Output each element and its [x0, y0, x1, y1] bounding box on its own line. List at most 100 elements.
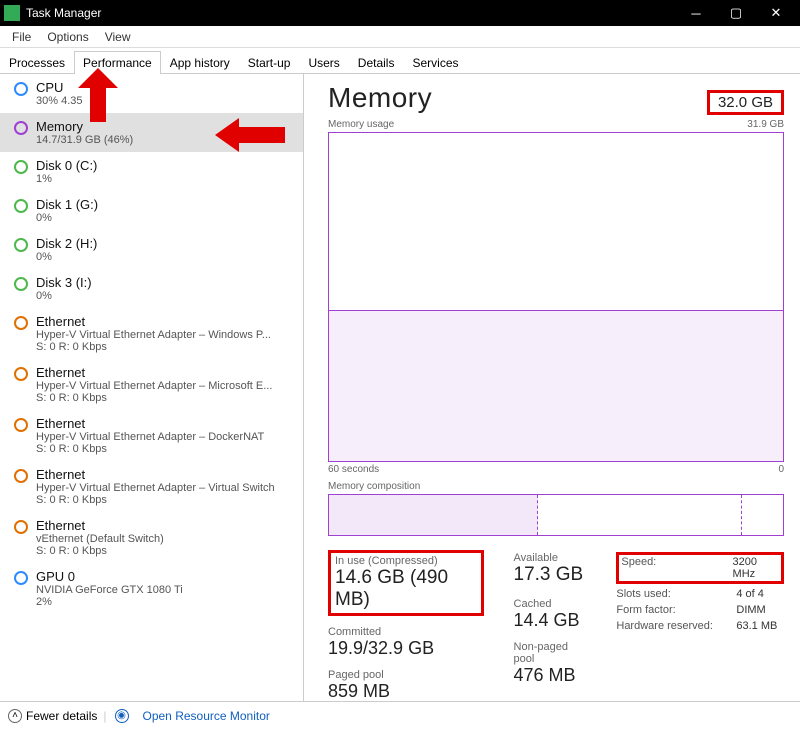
memory-total: 32.0 GB — [707, 90, 784, 115]
speed-key: Speed: — [621, 556, 732, 580]
ring-icon — [14, 121, 28, 135]
ring-icon — [14, 469, 28, 483]
slots-value: 4 of 4 — [736, 588, 764, 600]
ring-icon — [14, 160, 28, 174]
menubar: File Options View — [0, 26, 800, 48]
sidebar-item-sub: 0% — [36, 212, 98, 224]
open-resource-monitor-link[interactable]: Open Resource Monitor — [143, 709, 270, 723]
sidebar-item-name: Ethernet — [36, 416, 264, 431]
form-key: Form factor: — [616, 604, 736, 616]
paged-value: 859 MB — [328, 681, 484, 702]
sidebar-item-disk-1-g--3[interactable]: Disk 1 (G:)0% — [0, 191, 303, 230]
arrow-up-icon — [78, 68, 118, 122]
minimize-button[interactable]: ─ — [676, 0, 716, 26]
sidebar-item-ethernet-7[interactable]: EthernetHyper-V Virtual Ethernet Adapter… — [0, 359, 303, 410]
sidebar-item-sub: Hyper-V Virtual Ethernet Adapter – Virtu… — [36, 482, 275, 494]
form-value: DIMM — [736, 604, 765, 616]
chart-used-area — [329, 310, 783, 461]
sidebar: CPU30% 4.35Memory14.7/31.9 GB (46%)Disk … — [0, 74, 304, 701]
tabs: Processes Performance App history Start-… — [0, 48, 800, 74]
hw-value: 63.1 MB — [736, 620, 777, 632]
sidebar-item-sub2: S: 0 R: 0 Kbps — [36, 341, 271, 353]
menu-options[interactable]: Options — [39, 28, 96, 46]
menu-view[interactable]: View — [97, 28, 139, 46]
sidebar-item-sub: 0% — [36, 290, 92, 302]
sidebar-item-sub: 14.7/31.9 GB (46%) — [36, 134, 133, 146]
sidebar-item-ethernet-8[interactable]: EthernetHyper-V Virtual Ethernet Adapter… — [0, 410, 303, 461]
ring-icon — [14, 316, 28, 330]
comp-seg-used — [329, 495, 538, 535]
close-button[interactable]: ✕ — [756, 0, 796, 26]
chart-label: Memory usage — [328, 119, 394, 130]
inuse-value: 14.6 GB (490 MB) — [335, 567, 477, 611]
chevron-up-icon[interactable]: ˄ — [8, 709, 22, 723]
sidebar-item-sub: 30% 4.35 — [36, 95, 82, 107]
speed-value: 3200 MHz — [733, 556, 779, 580]
available-label: Available — [514, 552, 587, 564]
fewer-details-link[interactable]: Fewer details — [26, 709, 97, 723]
chart-xright: 0 — [778, 464, 784, 475]
composition-label: Memory composition — [328, 481, 784, 492]
sidebar-item-name: Disk 3 (I:) — [36, 275, 92, 290]
ring-icon — [14, 520, 28, 534]
inuse-label: In use (Compressed) — [335, 555, 477, 567]
sidebar-item-ethernet-10[interactable]: EthernetvEthernet (Default Switch)S: 0 R… — [0, 512, 303, 563]
menu-file[interactable]: File — [4, 28, 39, 46]
sidebar-item-name: Ethernet — [36, 467, 275, 482]
sidebar-item-name: Disk 2 (H:) — [36, 236, 97, 251]
sidebar-item-disk-2-h--4[interactable]: Disk 2 (H:)0% — [0, 230, 303, 269]
sidebar-item-ethernet-9[interactable]: EthernetHyper-V Virtual Ethernet Adapter… — [0, 461, 303, 512]
tab-app-history[interactable]: App history — [161, 51, 239, 74]
window-title: Task Manager — [26, 6, 676, 20]
ring-icon — [14, 367, 28, 381]
sidebar-item-sub: 1% — [36, 173, 97, 185]
composition-bar — [328, 494, 784, 536]
hw-key: Hardware reserved: — [616, 620, 736, 632]
sidebar-item-sub2: S: 0 R: 0 Kbps — [36, 494, 275, 506]
sidebar-item-sub2: S: 0 R: 0 Kbps — [36, 545, 164, 557]
tab-startup[interactable]: Start-up — [239, 51, 300, 74]
chart-xleft: 60 seconds — [328, 464, 379, 475]
tab-services[interactable]: Services — [403, 51, 467, 74]
cached-label: Cached — [514, 598, 587, 610]
sidebar-item-sub2: S: 0 R: 0 Kbps — [36, 392, 272, 404]
ring-icon — [14, 571, 28, 585]
sidebar-item-sub2: S: 0 R: 0 Kbps — [36, 443, 264, 455]
memory-usage-chart — [328, 132, 784, 462]
sidebar-item-cpu-0[interactable]: CPU30% 4.35 — [0, 74, 303, 113]
maximize-button[interactable]: ▢ — [716, 0, 756, 26]
tab-details[interactable]: Details — [349, 51, 404, 74]
sidebar-item-disk-3-i--5[interactable]: Disk 3 (I:)0% — [0, 269, 303, 308]
app-icon — [4, 5, 20, 21]
sidebar-item-name: CPU — [36, 80, 82, 95]
ring-icon — [14, 277, 28, 291]
sidebar-item-sub: Hyper-V Virtual Ethernet Adapter – Docke… — [36, 431, 264, 443]
slots-key: Slots used: — [616, 588, 736, 600]
fewer-details-label: Fewer details — [26, 709, 97, 723]
tab-processes[interactable]: Processes — [0, 51, 74, 74]
sidebar-item-gpu-0-11[interactable]: GPU 0NVIDIA GeForce GTX 1080 Ti2% — [0, 563, 303, 614]
sidebar-item-sub: 0% — [36, 251, 97, 263]
sidebar-item-name: Ethernet — [36, 314, 271, 329]
resmon-icon: ◉ — [115, 709, 129, 723]
main-panel: Memory 32.0 GB Memory usage 31.9 GB 60 s… — [304, 74, 800, 701]
sidebar-item-sub: Hyper-V Virtual Ethernet Adapter – Windo… — [36, 329, 271, 341]
sidebar-item-ethernet-6[interactable]: EthernetHyper-V Virtual Ethernet Adapter… — [0, 308, 303, 359]
committed-value: 19.9/32.9 GB — [328, 638, 484, 659]
paged-label: Paged pool — [328, 669, 484, 681]
sidebar-item-disk-0-c--2[interactable]: Disk 0 (C:)1% — [0, 152, 303, 191]
titlebar: Task Manager ─ ▢ ✕ — [0, 0, 800, 26]
sidebar-item-name: GPU 0 — [36, 569, 183, 584]
sidebar-item-name: Ethernet — [36, 365, 272, 380]
sidebar-item-sub: vEthernet (Default Switch) — [36, 533, 164, 545]
tab-users[interactable]: Users — [299, 51, 348, 74]
sidebar-item-sub: NVIDIA GeForce GTX 1080 Ti — [36, 584, 183, 596]
available-value: 17.3 GB — [514, 564, 587, 586]
page-title: Memory — [328, 82, 432, 114]
chart-max: 31.9 GB — [747, 119, 784, 130]
nonpaged-label: Non-paged pool — [514, 641, 587, 665]
sidebar-item-name: Disk 0 (C:) — [36, 158, 97, 173]
ring-icon — [14, 238, 28, 252]
cached-value: 14.4 GB — [514, 610, 587, 631]
comp-seg-standby — [742, 495, 783, 535]
